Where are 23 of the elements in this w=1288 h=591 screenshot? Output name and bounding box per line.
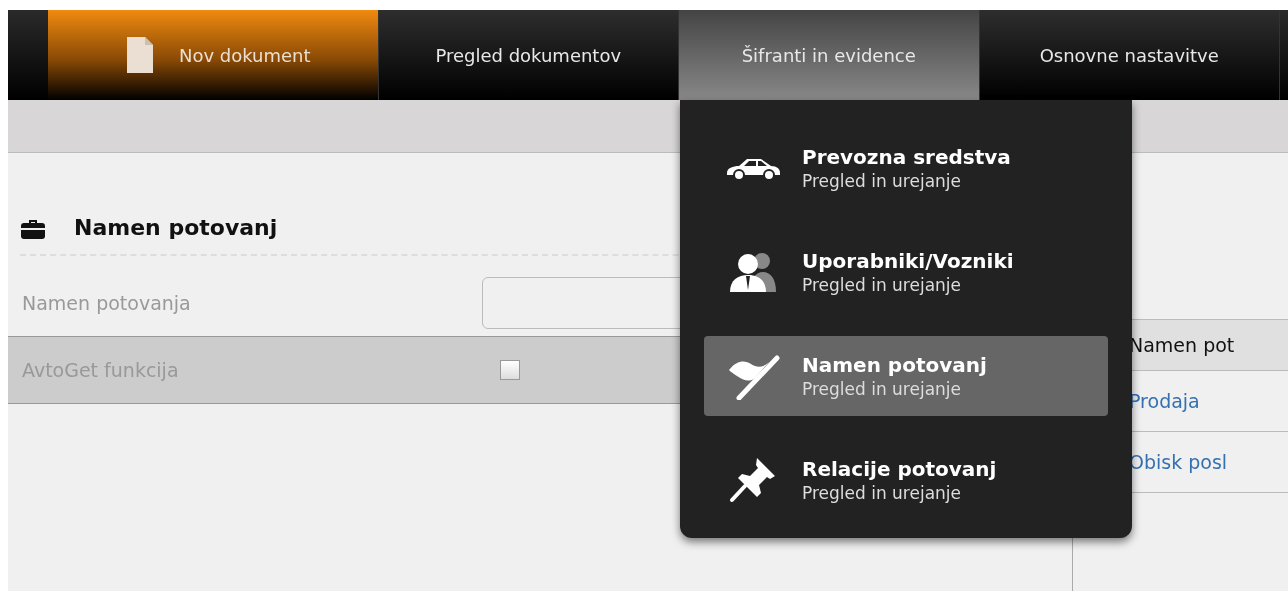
- menu-item[interactable]: Namen potovanj Pregled in urejanje: [704, 336, 1108, 416]
- checkbox[interactable]: [500, 360, 520, 380]
- field-label: Namen potovanja: [21, 292, 192, 314]
- menu-item-title: Uporabniki/Vozniki: [802, 249, 1014, 273]
- section-title: Namen potovanj: [74, 215, 278, 240]
- document-icon: [124, 35, 155, 75]
- nav-tab[interactable]: Osnovne nastavitve: [979, 10, 1280, 100]
- menu-item[interactable]: Relacije potovanj Pregled in urejanje: [704, 440, 1108, 520]
- nav-tab[interactable]: Pregled dokumentov: [378, 10, 679, 100]
- nav-tab[interactable]: Šifranti in evidence: [679, 10, 980, 100]
- menu-item-subtitle: Pregled in urejanje: [802, 275, 963, 295]
- menu-item-title: Prevozna sredstva: [802, 145, 1011, 169]
- menu-item-title: Namen potovanj: [802, 353, 987, 377]
- menu-item-subtitle: Pregled in urejanje: [802, 171, 963, 191]
- menu-item[interactable]: Uporabniki/Vozniki Pregled in urejanje: [704, 232, 1108, 312]
- column-header: Namen pot: [1128, 334, 1235, 356]
- menu-item[interactable]: Prevozna sredstva Pregled in urejanje: [704, 128, 1108, 208]
- nav-tab[interactable]: Nov dokument: [48, 10, 379, 100]
- people-icon: [728, 250, 778, 294]
- pushpin-icon: [729, 456, 777, 504]
- menu-item-title: Relacije potovanj: [802, 457, 997, 481]
- menu-item-subtitle: Pregled in urejanje: [802, 379, 963, 399]
- menu-item-subtitle: Pregled in urejanje: [802, 483, 963, 503]
